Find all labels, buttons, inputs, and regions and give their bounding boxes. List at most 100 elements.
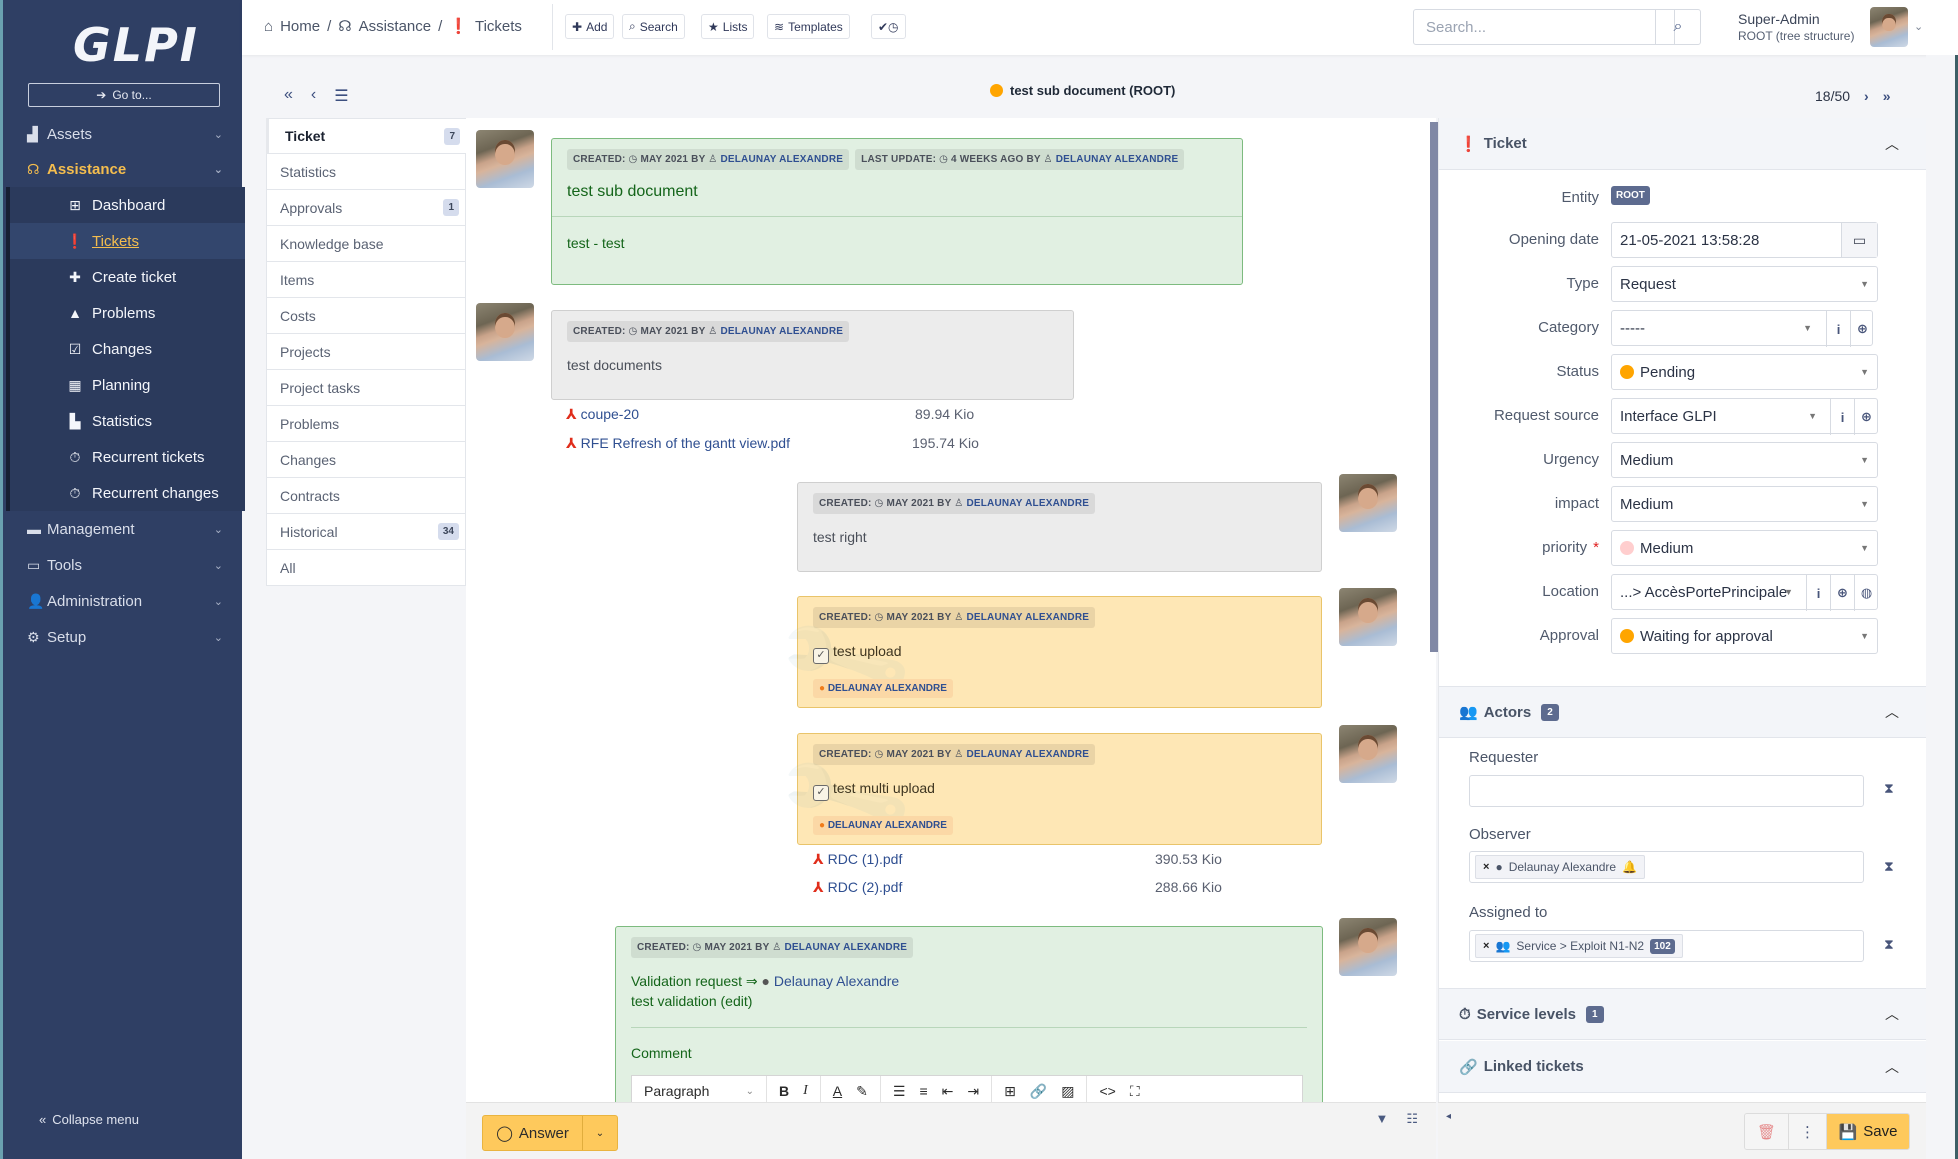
italic-icon[interactable]: I — [803, 1083, 808, 1099]
delete-button[interactable]: 🗑 — [1745, 1114, 1789, 1149]
category-select[interactable]: ----- ▼ i ⊕ — [1611, 310, 1873, 347]
sidebar-item-tickets[interactable]: ❗ Tickets — [10, 223, 245, 259]
fullscreen-icon[interactable]: ⛶ — [1130, 1083, 1140, 1100]
sidebar-item-statistics[interactable]: ▙ Statistics — [10, 403, 245, 439]
list-view-icon[interactable]: ☰ — [334, 86, 348, 106]
sidebar-item-tools[interactable]: ▭ Tools ⌄ — [27, 548, 227, 582]
file-link[interactable]: ⅄ RDC (1).pdf — [813, 851, 902, 868]
glpi-logo[interactable]: GLPI — [73, 18, 199, 72]
bell-icon[interactable]: 🔔 — [1622, 860, 1637, 874]
breadcrumb-assistance[interactable]: Assistance — [359, 18, 432, 35]
chevron-down-icon[interactable]: ⌄ — [1914, 20, 1923, 33]
location-select[interactable]: ...> AccèsPortePrincipale ▼ i ⊕ ◍ — [1611, 574, 1878, 611]
assigned-input[interactable]: × 👥 Service > Exploit N1-N2 102 — [1469, 930, 1864, 962]
table-icon[interactable]: ⊞ — [1004, 1083, 1016, 1100]
previous-item-icon[interactable]: ‹ — [311, 86, 316, 106]
globe-icon[interactable]: ◍ — [1854, 575, 1878, 611]
list-check-icon[interactable]: ☷ — [1406, 1111, 1418, 1127]
add-requester-icon[interactable]: ⧗ — [1884, 780, 1894, 797]
sidebar-item-assets[interactable]: ▟ Assets ⌄ — [27, 117, 227, 151]
author-link[interactable]: Delaunay Alexandre — [966, 612, 1089, 623]
global-search-button[interactable]: ⌕ — [1655, 9, 1701, 45]
first-item-icon[interactable]: « — [284, 86, 293, 106]
user-avatar[interactable] — [1870, 7, 1908, 47]
user-entity[interactable]: ROOT (tree structure) — [1738, 29, 1854, 43]
global-search-input[interactable]: Search... — [1413, 9, 1675, 45]
add-circle-icon[interactable]: ⊕ — [1830, 575, 1854, 611]
request-source-select[interactable]: Interface GLPI ▼ i ⊕ — [1611, 398, 1878, 435]
answer-dropdown-toggle[interactable]: ⌄ — [583, 1128, 617, 1139]
approval-select[interactable]: Waiting for approval ▼ — [1611, 618, 1878, 654]
numbered-list-icon[interactable]: ≡ — [919, 1083, 927, 1099]
tab-projects[interactable]: Projects — [266, 334, 466, 370]
opening-date-input[interactable]: 21-05-2021 13:58:28 ▭ — [1611, 222, 1878, 258]
impact-select[interactable]: Medium ▼ — [1611, 486, 1878, 522]
sidebar-item-planning[interactable]: ▦ Planning — [10, 367, 245, 403]
ticket-section-header[interactable]: ❗ Ticket ︿ — [1439, 118, 1926, 170]
check-clock-button[interactable]: ✔◷ — [871, 14, 906, 39]
sidebar-item-recurrent-tickets[interactable]: ⏱ Recurrent tickets — [10, 439, 245, 475]
validator-link[interactable]: Delaunay Alexandre — [774, 973, 899, 989]
sidebar-item-administration[interactable]: 👤 Administration ⌄ — [27, 584, 227, 618]
task-assignee[interactable]: ● Delaunay Alexandre — [813, 816, 953, 835]
search-button[interactable]: ⌕ Search — [622, 14, 685, 39]
more-actions-button[interactable]: ⋮ — [1789, 1114, 1827, 1149]
chevron-up-icon[interactable]: ︿ — [1885, 1057, 1899, 1077]
file-link[interactable]: ⅄ coupe-20 — [566, 406, 639, 423]
tab-all[interactable]: All — [266, 550, 466, 586]
collapse-panel-icon[interactable]: ◂ — [1446, 1111, 1451, 1122]
answer-main[interactable]: ◯ Answer — [483, 1116, 583, 1150]
remove-icon[interactable]: × — [1483, 861, 1489, 873]
collapse-menu-button[interactable]: « Collapse menu — [39, 1112, 139, 1127]
chevron-up-icon[interactable]: ︿ — [1885, 1004, 1899, 1024]
save-button[interactable]: 💾 Save — [1827, 1114, 1909, 1149]
next-item-icon[interactable]: › — [1864, 88, 1869, 104]
status-select[interactable]: Pending ▼ — [1611, 354, 1878, 390]
tab-knowledge-base[interactable]: Knowledge base — [266, 226, 466, 262]
chevron-up-icon[interactable]: ︿ — [1885, 134, 1899, 154]
bold-icon[interactable]: B — [779, 1083, 789, 1099]
type-select[interactable]: Request ▼ — [1611, 266, 1878, 302]
service-levels-section-header[interactable]: ⏱ Service levels 1 ︿ — [1439, 988, 1926, 1040]
tab-approvals[interactable]: Approvals 1 — [266, 190, 466, 226]
user-name[interactable]: Super-Admin — [1738, 11, 1820, 27]
priority-select[interactable]: Medium ▼ — [1611, 530, 1878, 566]
answer-button[interactable]: ◯ Answer ⌄ — [482, 1115, 618, 1151]
sidebar-item-management[interactable]: ▬ Management ⌄ — [27, 512, 227, 546]
sidebar-item-changes[interactable]: ☑ Changes — [10, 331, 245, 367]
remove-icon[interactable]: × — [1483, 940, 1489, 952]
requester-input[interactable] — [1469, 775, 1864, 807]
add-observer-icon[interactable]: ⧗ — [1884, 858, 1894, 875]
actors-section-header[interactable]: 👥 Actors 2 ︿ — [1439, 686, 1926, 738]
sidebar-item-dashboard[interactable]: ⊞ Dashboard — [10, 187, 245, 223]
breadcrumb-home[interactable]: Home — [280, 18, 320, 35]
author-link[interactable]: Delaunay Alexandre — [966, 498, 1089, 509]
author-link[interactable]: Delaunay Alexandre — [1056, 154, 1179, 165]
sidebar-item-create-ticket[interactable]: ✚ Create ticket — [10, 259, 245, 295]
last-item-icon[interactable]: » — [1883, 88, 1891, 104]
tab-project-tasks[interactable]: Project tasks — [266, 370, 466, 406]
chevron-up-icon[interactable]: ︿ — [1885, 702, 1899, 722]
task-checkbox[interactable]: ✓ — [813, 785, 829, 801]
add-assigned-icon[interactable]: ⧗ — [1884, 936, 1894, 953]
indent-icon[interactable]: ⇥ — [967, 1083, 979, 1100]
link-icon[interactable]: 🔗 — [1030, 1083, 1047, 1100]
info-icon[interactable]: i — [1806, 575, 1830, 611]
timeline-scrollbar[interactable] — [1430, 122, 1438, 652]
tab-contracts[interactable]: Contracts — [266, 478, 466, 514]
goto-button[interactable]: ➔ Go to... — [28, 83, 220, 107]
author-link[interactable]: Delaunay Alexandre — [720, 326, 843, 337]
image-icon[interactable]: ▨ — [1061, 1083, 1074, 1100]
add-button[interactable]: ✚ Add — [565, 14, 615, 39]
text-color-icon[interactable]: A — [833, 1083, 842, 1099]
task-checkbox[interactable]: ✓ — [813, 648, 829, 664]
format-select[interactable]: Paragraph ⌄ — [632, 1076, 767, 1102]
author-link[interactable]: Delaunay Alexandre — [784, 942, 907, 953]
urgency-select[interactable]: Medium ▼ — [1611, 442, 1878, 478]
tab-changes[interactable]: Changes — [266, 442, 466, 478]
sidebar-item-problems[interactable]: ▲ Problems — [10, 295, 245, 331]
sidebar-item-recurrent-changes[interactable]: ⏱ Recurrent changes — [10, 475, 245, 511]
code-icon[interactable]: <> — [1099, 1083, 1115, 1099]
author-link[interactable]: Delaunay Alexandre — [966, 749, 1089, 760]
add-circle-icon[interactable]: ⊕ — [1854, 399, 1878, 435]
